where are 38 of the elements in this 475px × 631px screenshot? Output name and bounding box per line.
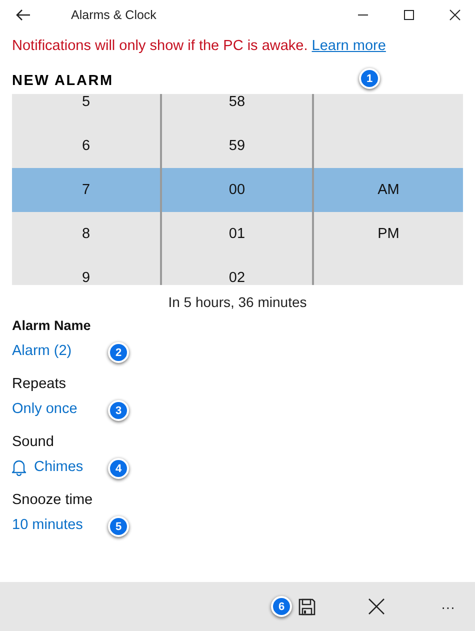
- time-option[interactable]: 02: [162, 256, 312, 285]
- time-option[interactable]: 58: [162, 94, 312, 124]
- field-label: Repeats: [12, 375, 68, 394]
- time-option[interactable]: 6: [12, 124, 160, 168]
- time-option[interactable]: AM: [314, 168, 463, 212]
- time-option[interactable]: 7: [12, 168, 160, 212]
- sound-link[interactable]: Chimes: [12, 458, 84, 476]
- time-option[interactable]: PM: [314, 212, 463, 256]
- learn-more-link[interactable]: Learn more: [312, 38, 386, 54]
- annotation-marker: 3: [108, 400, 129, 421]
- countdown-text: In 5 hours, 36 minutes: [167, 293, 308, 310]
- field-label: Snooze time: [12, 491, 94, 510]
- annotation-marker: 5: [108, 516, 129, 537]
- bell-icon: [12, 458, 26, 476]
- time-option[interactable]: 5: [12, 94, 160, 124]
- time-option[interactable]: 9: [12, 256, 160, 285]
- annotation-marker: 1: [359, 68, 380, 89]
- field-label: Sound: [12, 433, 55, 452]
- cancel-icon[interactable]: [368, 598, 385, 615]
- time-option[interactable]: 01: [162, 212, 312, 256]
- section-heading: NEW ALARM: [12, 73, 114, 89]
- time-option[interactable]: 8: [12, 212, 160, 256]
- annotation-marker: 4: [108, 458, 129, 479]
- save-icon[interactable]: [298, 598, 316, 616]
- annotation-marker: 6: [271, 596, 292, 617]
- notice-text: Notifications will only show if the PC is awake.: [12, 38, 308, 54]
- field-value-link[interactable]: 10 minutes: [12, 517, 83, 533]
- field-value-link[interactable]: Only once: [12, 401, 78, 417]
- annotation-marker: 2: [108, 342, 129, 363]
- time-option[interactable]: 00: [162, 168, 312, 212]
- field-label: Alarm Name: [12, 317, 92, 335]
- field-value-link[interactable]: Alarm (2): [12, 343, 72, 359]
- maximize-icon[interactable]: [403, 9, 415, 21]
- close-icon[interactable]: [449, 9, 461, 21]
- back-icon[interactable]: [16, 9, 30, 21]
- more-button[interactable]: ···: [437, 598, 459, 614]
- time-option[interactable]: 59: [162, 124, 312, 168]
- window-title: Alarms & Clock: [71, 8, 156, 22]
